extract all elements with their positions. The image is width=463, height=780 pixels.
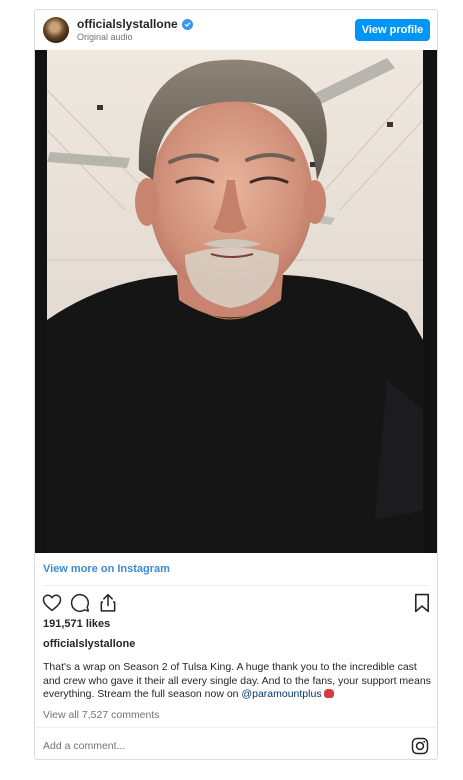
likes-count[interactable]: 191,571 likes: [43, 618, 110, 630]
post-header: officialslystallone Original audio View …: [35, 10, 437, 50]
action-bar: [41, 592, 119, 614]
view-all-comments-link[interactable]: View all 7,527 comments: [43, 709, 160, 721]
verified-badge-icon: [181, 18, 193, 30]
post-caption: That's a wrap on Season 2 of Tulsa King.…: [43, 661, 435, 702]
caption-username[interactable]: officialslystallone: [43, 638, 135, 650]
heart-icon[interactable]: [41, 592, 63, 614]
instagram-icon[interactable]: [411, 737, 429, 760]
instagram-embed-card: officialslystallone Original audio View …: [34, 9, 438, 760]
comment-icon[interactable]: [69, 592, 91, 614]
add-comment-input[interactable]: Add a comment...: [43, 740, 125, 752]
mention-link[interactable]: @paramountplus: [241, 688, 321, 700]
bookmark-icon[interactable]: [411, 592, 433, 614]
username-link[interactable]: officialslystallone: [77, 17, 178, 31]
divider: [43, 585, 429, 586]
caption-text: That's a wrap on Season 2 of Tulsa King.…: [43, 661, 431, 700]
view-profile-button[interactable]: View profile: [355, 19, 430, 41]
divider: [35, 727, 437, 728]
share-icon[interactable]: [97, 592, 119, 614]
view-more-link[interactable]: View more on Instagram: [43, 563, 170, 575]
boxing-glove-icon: [323, 689, 334, 698]
video-frame-illustration: [35, 50, 437, 553]
avatar[interactable]: [43, 17, 69, 43]
post-video[interactable]: [35, 50, 437, 553]
username-row: officialslystallone: [77, 17, 193, 31]
audio-label[interactable]: Original audio: [77, 32, 133, 42]
